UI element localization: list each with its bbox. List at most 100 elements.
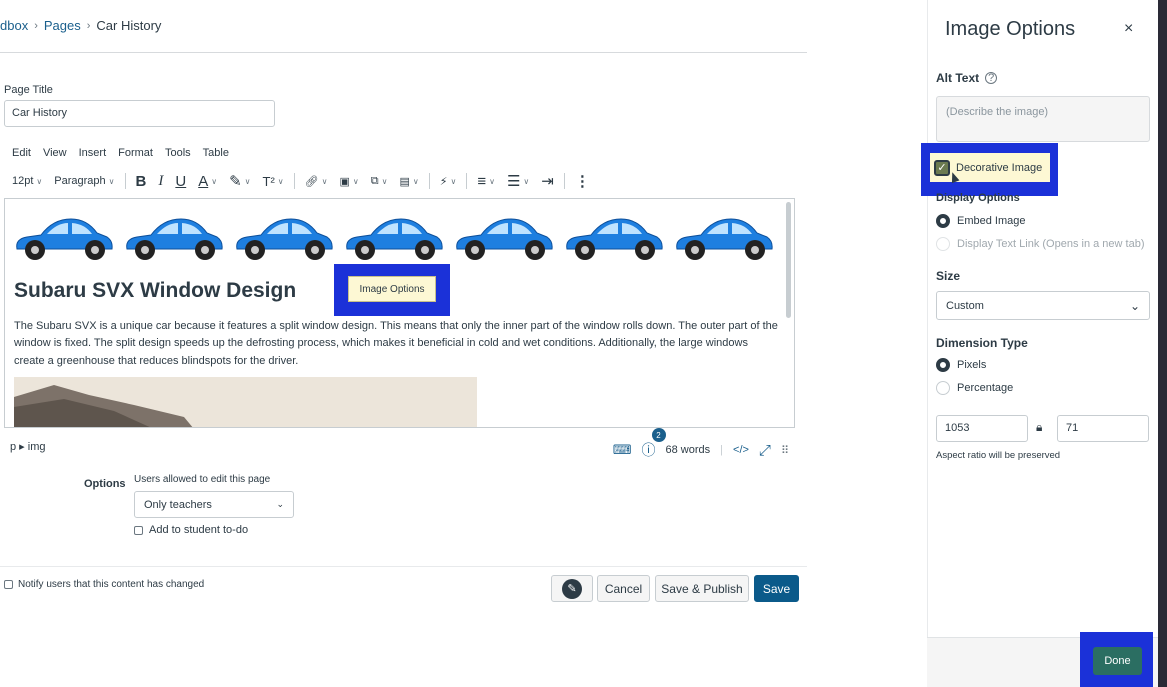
lock-icon[interactable]: 🔒︎ xyxy=(1036,420,1042,435)
block-format-dropdown[interactable]: Paragraph ∨ xyxy=(48,170,120,192)
save-button[interactable]: Save xyxy=(754,575,799,602)
car-image-row xyxy=(13,213,775,263)
text-color-button[interactable]: A ∨ xyxy=(192,170,223,192)
text-color-icon: A xyxy=(198,172,209,190)
page-title-input[interactable]: Car History xyxy=(4,100,275,127)
car-image[interactable] xyxy=(343,213,445,263)
help-icon[interactable]: ? xyxy=(985,72,998,84)
content-photo[interactable] xyxy=(14,377,477,427)
reader-icon: ✎ xyxy=(562,578,582,599)
breadcrumb-separator: › xyxy=(34,19,38,32)
student-todo-option[interactable]: Add to student to-do xyxy=(134,524,248,536)
car-image[interactable] xyxy=(233,213,335,263)
html-editor-toggle[interactable]: </> xyxy=(733,444,749,456)
save-publish-button[interactable]: Save & Publish xyxy=(655,575,749,602)
student-todo-checkbox[interactable] xyxy=(134,525,143,535)
percentage-option[interactable]: Percentage xyxy=(936,381,1013,395)
block-format-value: Paragraph xyxy=(54,175,106,187)
rich-content-editor[interactable]: Subaru SVX Window Design Image Options T… xyxy=(4,198,795,428)
image-options-button[interactable]: Image Options xyxy=(348,276,436,302)
percentage-radio[interactable] xyxy=(936,381,950,395)
car-image[interactable] xyxy=(123,213,225,263)
document-button[interactable]: ▤ ∨ xyxy=(393,170,424,192)
accessibility-badge: 2 xyxy=(651,428,666,442)
embed-image-label: Embed Image xyxy=(957,215,1026,227)
editor-statusbar: p ▸ img ⌨ ⓘ 2 68 words | </> ⤢ ⠿ xyxy=(10,428,795,460)
underline-icon: U xyxy=(175,172,187,190)
menu-table[interactable]: Table xyxy=(203,147,229,159)
done-button[interactable]: Done xyxy=(1093,647,1142,675)
edit-permission-value: Only teachers xyxy=(144,498,212,511)
bold-button[interactable]: B xyxy=(130,170,153,192)
align-icon: ≡ xyxy=(477,172,487,190)
cancel-button[interactable]: Cancel xyxy=(597,575,650,602)
chevron-down-icon: ∨ xyxy=(244,176,251,186)
word-count[interactable]: 68 words xyxy=(666,444,711,456)
display-link-radio[interactable] xyxy=(936,237,950,251)
display-link-option[interactable]: Display Text Link (Opens in a new tab) xyxy=(936,237,1145,251)
decorative-image-option[interactable]: ✓ Decorative Image xyxy=(930,153,1050,182)
apps-button[interactable]: ⚡︎ ∨ xyxy=(434,170,463,192)
align-button[interactable]: ≡ ∨ xyxy=(471,170,501,192)
media-icon: ⧉ xyxy=(370,174,379,187)
chevron-down-icon: ∨ xyxy=(321,176,328,186)
notify-option[interactable]: Notify users that this content has chang… xyxy=(4,579,204,590)
link-button[interactable]: 🔗︎ ∨ xyxy=(299,170,334,192)
element-path[interactable]: p ▸ img xyxy=(10,441,45,453)
resize-handle-icon[interactable]: ⠿ xyxy=(781,444,789,457)
embed-image-radio[interactable] xyxy=(936,214,950,228)
car-image[interactable] xyxy=(453,213,555,263)
list-icon: ☰ xyxy=(506,173,521,190)
chevron-down-icon: ∨ xyxy=(450,176,457,186)
breadcrumb-item-sandbox[interactable]: dbox xyxy=(0,18,28,33)
menu-format[interactable]: Format xyxy=(118,147,153,159)
font-size-dropdown[interactable]: 12pt ∨ xyxy=(12,170,48,192)
car-image[interactable] xyxy=(563,213,665,263)
superscript-button[interactable]: T² ∨ xyxy=(257,170,290,192)
close-icon[interactable]: × xyxy=(1124,20,1133,38)
height-input[interactable]: 71 xyxy=(1057,415,1149,442)
media-button[interactable]: ⧉ ∨ xyxy=(365,170,394,192)
alt-text-label: Alt Text xyxy=(936,71,980,85)
notify-checkbox[interactable] xyxy=(4,580,13,589)
highlight-color-button[interactable]: ✎ ∨ xyxy=(223,170,256,192)
more-button[interactable]: ⋮ xyxy=(569,170,596,192)
indent-button[interactable]: ⇥ xyxy=(535,170,560,192)
edit-permission-label: Users allowed to edit this page xyxy=(134,474,271,485)
menu-tools[interactable]: Tools xyxy=(165,147,191,159)
pixels-radio[interactable] xyxy=(936,358,950,372)
alt-text-input[interactable]: (Describe the image) xyxy=(936,96,1150,142)
width-input[interactable]: 1053 xyxy=(936,415,1028,442)
list-button[interactable]: ☰ ∨ xyxy=(501,170,535,192)
breadcrumb-item-pages[interactable]: Pages xyxy=(44,18,81,33)
underline-button[interactable]: U xyxy=(169,170,192,192)
image-icon: ▣ xyxy=(339,175,350,188)
toolbar-separator xyxy=(466,173,468,189)
accessibility-checker-button[interactable]: ⓘ 2 xyxy=(641,428,666,460)
notify-label: Notify users that this content has chang… xyxy=(18,579,205,590)
size-select[interactable]: Custom ⌄ xyxy=(936,291,1150,320)
embed-image-option[interactable]: Embed Image xyxy=(936,214,1025,228)
tray-title: Image Options xyxy=(945,18,1076,40)
more-icon: ⋮ xyxy=(574,173,590,190)
fullscreen-icon[interactable]: ⤢ xyxy=(759,442,771,459)
italic-icon: I xyxy=(158,172,164,189)
chevron-down-icon: ∨ xyxy=(108,176,115,186)
edit-permission-select[interactable]: Only teachers ⌄ xyxy=(134,491,294,518)
editor-scrollbar[interactable] xyxy=(786,202,791,318)
car-image[interactable] xyxy=(13,213,115,263)
italic-button[interactable]: I xyxy=(152,170,169,192)
link-icon: 🔗︎ xyxy=(304,175,319,188)
menu-insert[interactable]: Insert xyxy=(79,147,107,159)
immersive-reader-button[interactable]: ✎ xyxy=(551,575,593,602)
car-image[interactable] xyxy=(673,213,775,263)
accessibility-icon: ⓘ xyxy=(641,442,656,458)
options-label: Options xyxy=(84,478,126,490)
menu-view[interactable]: View xyxy=(43,147,67,159)
pixels-option[interactable]: Pixels xyxy=(936,358,986,372)
image-button[interactable]: ▣ ∨ xyxy=(333,170,364,192)
menu-edit[interactable]: Edit xyxy=(12,147,31,159)
display-options-label: Display Options xyxy=(936,192,1020,204)
keyboard-icon[interactable]: ⌨ xyxy=(613,442,632,458)
breadcrumb: dbox › Pages › Car History xyxy=(0,18,161,33)
